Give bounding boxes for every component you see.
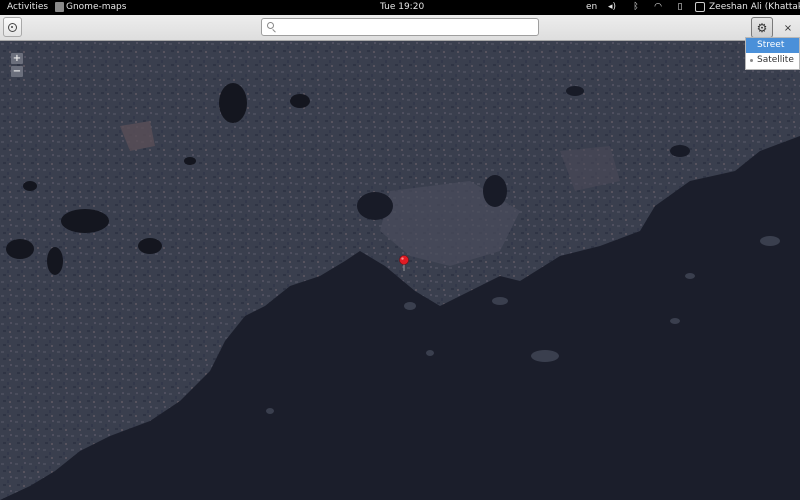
locate-button[interactable]	[3, 17, 22, 37]
clock[interactable]: Tue 19:20	[380, 0, 424, 15]
app-icon	[55, 2, 64, 12]
locate-icon	[8, 22, 17, 32]
bluetooth-icon[interactable]: ᛒ	[630, 0, 642, 15]
header-bar: ⚙ ×	[0, 15, 800, 41]
search-input[interactable]	[278, 19, 534, 35]
layer-label: Street	[757, 40, 785, 50]
close-icon: ×	[783, 22, 793, 34]
battery-icon[interactable]: ▯	[674, 0, 686, 15]
zoom-controls: + −	[11, 53, 23, 79]
activities-button[interactable]: Activities	[7, 0, 48, 15]
map-marker-icon[interactable]	[398, 255, 410, 271]
zoom-in-button[interactable]: +	[11, 53, 23, 64]
search-entry[interactable]	[261, 18, 539, 36]
user-menu[interactable]: Zeeshan Ali (Khattak)	[695, 0, 800, 15]
language-indicator[interactable]: en	[586, 0, 597, 15]
user-name: Zeeshan Ali (Khattak)	[709, 2, 800, 12]
layer-satellite-option[interactable]: Satellite	[746, 53, 799, 68]
wifi-icon[interactable]: ◠	[652, 0, 664, 15]
layers-button[interactable]: ⚙	[751, 17, 773, 38]
user-icon	[695, 2, 705, 12]
gear-icon: ⚙	[756, 20, 768, 35]
layer-label: Satellite	[757, 55, 794, 65]
search-icon	[267, 22, 274, 29]
app-menu-label: Gnome-maps	[66, 2, 127, 12]
app-menu[interactable]: Gnome-maps	[55, 0, 126, 15]
radio-indicator	[750, 59, 753, 62]
volume-icon[interactable]: ◂)	[606, 0, 618, 15]
layer-street-option[interactable]: Street	[746, 38, 799, 53]
top-bar: Activities Gnome-maps Tue 19:20 en ◂) ᛒ …	[0, 0, 800, 15]
zoom-out-button[interactable]: −	[11, 66, 23, 77]
map-type-menu: Street Satellite	[745, 37, 800, 70]
